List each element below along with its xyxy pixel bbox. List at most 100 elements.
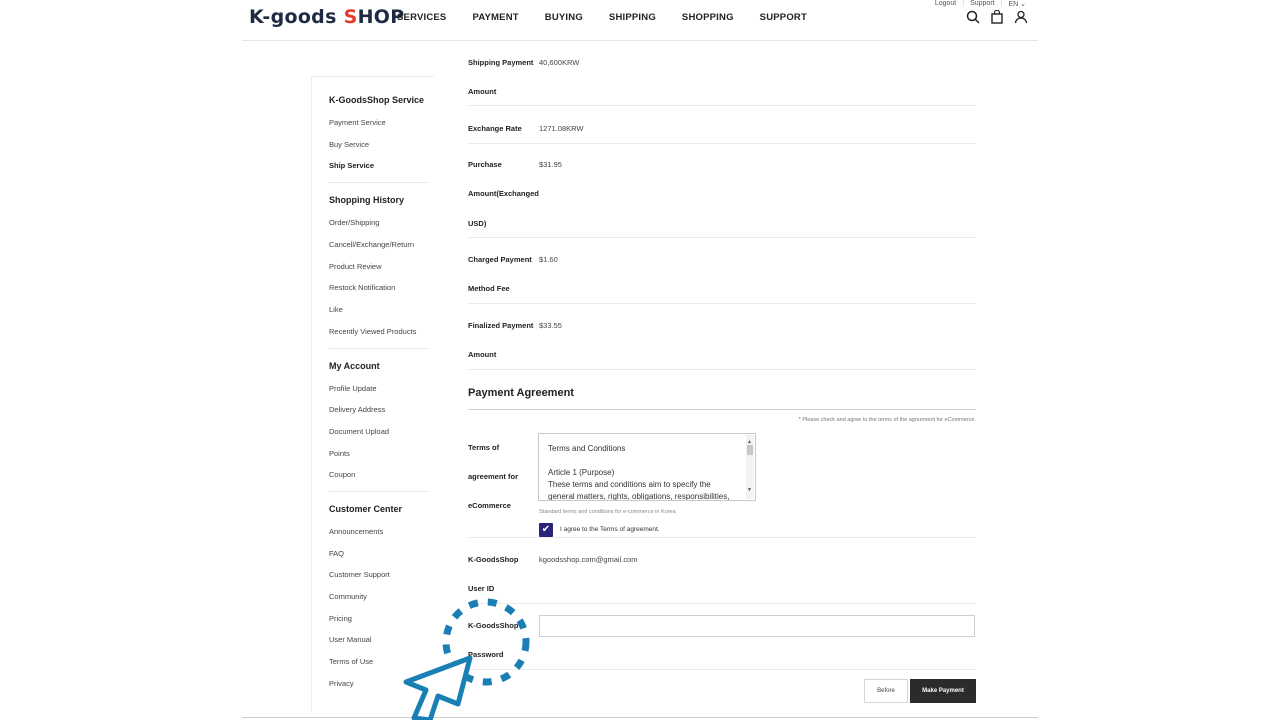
search-icon[interactable] [966,10,980,24]
check-icon: ✔ [541,524,551,535]
sidebar-item-cancel-exchange-return[interactable]: Cancell/Exchange/Return [329,240,414,249]
sidebar-item-points[interactable]: Points [329,449,350,458]
sidebar-title-my-account: My Account [329,361,380,371]
sidebar-item-restock-notification[interactable]: Restock Notification [329,283,395,292]
nav-shopping[interactable]: SHOPPING [682,12,734,23]
logo-text-s: S [343,6,358,28]
agreement-note: * Please check and agree to the terms of… [799,417,976,423]
sidebar-item-ship-service[interactable]: Ship Service [329,161,374,170]
make-payment-button[interactable]: Make Payment [910,679,976,703]
site-header: K-goods SHOP SERVICES PAYMENT BUYING SHI… [242,0,1038,41]
label-charged-fee-1: Charged Payment [468,255,532,264]
terms-line [548,455,741,467]
sidebar-item-document-upload[interactable]: Document Upload [329,427,389,436]
nav-payment[interactable]: PAYMENT [472,12,518,23]
sidebar-divider [329,182,429,183]
sidebar-divider [329,348,429,349]
label-finalized-amount-2: Amount [468,350,497,359]
logout-link[interactable]: Logout [935,0,956,8]
sidebar-item-payment-service[interactable]: Payment Service [329,118,386,127]
sidebar-item-recently-viewed[interactable]: Recently Viewed Products [329,327,416,336]
label-terms-2: agreement for [468,472,519,481]
sidebar-item-like[interactable]: Like [329,305,343,314]
header-icons [966,10,1028,24]
value-finalized-amount: $33.55 [539,321,562,330]
sidebar-item-coupon[interactable]: Coupon [329,470,355,479]
bag-icon[interactable] [990,10,1004,24]
label-purchase-amount-2: Amount(Exchanged [468,189,539,198]
sidebar-item-announcements[interactable]: Announcements [329,527,383,536]
row-divider [468,105,976,106]
terms-line: Article 1 (Purpose) [548,468,615,477]
sidebar-item-buy-service[interactable]: Buy Service [329,140,369,149]
cursor-highlight-icon [403,598,530,720]
footer-divider [242,717,1038,718]
label-user-id-1: K-GoodsShop [468,555,519,564]
nav-support[interactable]: SUPPORT [760,12,807,23]
sidebar-item-terms-of-use[interactable]: Terms of Use [329,657,373,666]
util-separator: | [962,0,965,7]
label-terms-3: eCommerce [468,501,511,510]
label-purchase-amount-1: Purchase [468,160,502,169]
sidebar-title-customer-center: Customer Center [329,504,403,514]
sidebar-item-profile-update[interactable]: Profile Update [329,384,377,393]
sidebar-item-order-shipping[interactable]: Order/Shipping [329,218,379,227]
label-exchange-rate: Exchange Rate [468,124,522,133]
password-input[interactable] [539,615,975,637]
value-user-id: kgoodsshop.com@gmail.com [539,555,638,564]
label-terms-1: Terms of [468,443,500,452]
support-link[interactable]: Support [970,0,995,8]
label-charged-fee-2: Method Fee [468,284,510,293]
user-icon[interactable] [1014,10,1028,24]
payment-agreement-title: Payment Agreement [468,387,574,399]
site-logo[interactable]: K-goods SHOP [249,6,404,28]
label-purchase-amount-3: USD) [468,219,487,228]
chevron-down-icon: ⌄ [1020,1,1026,8]
sidebar-item-pricing[interactable]: Pricing [329,614,352,623]
sidebar-item-community[interactable]: Community [329,592,367,601]
sidebar-title-service: K-GoodsShop Service [329,95,425,105]
nav-services[interactable]: SERVICES [397,12,446,23]
before-button[interactable]: Before [864,679,908,703]
sidebar-item-privacy[interactable]: Privacy [329,679,354,688]
terms-line: Terms and Conditions [548,444,626,453]
logo-text-k: K- [249,6,271,28]
value-shipping-payment: 40,600KRW [539,58,580,67]
section-divider [468,409,976,410]
agreement-note-text: Please check and agree to the terms of t… [800,417,976,423]
value-charged-fee: $1.60 [539,255,558,264]
label-finalized-amount-1: Finalized Payment [468,321,534,330]
terms-line: general matters, rights, obligations, re… [548,492,730,501]
sidebar-item-customer-support[interactable]: Customer Support [329,570,390,579]
nav-buying[interactable]: BUYING [545,12,583,23]
agree-label[interactable]: I agree to the Terms of agreement. [560,526,660,533]
standard-terms-note: Standard terms and conditions for e-comm… [539,509,676,515]
sidebar-divider [329,491,429,492]
row-divider [468,369,976,370]
util-separator: | [1000,0,1003,7]
language-label: EN [1008,1,1019,8]
nav-shipping[interactable]: SHIPPING [609,12,656,23]
logo-text-goods: goods [270,6,344,28]
main-nav: SERVICES PAYMENT BUYING SHIPPING SHOPPIN… [397,12,833,23]
sidebar-item-delivery-address[interactable]: Delivery Address [329,405,385,414]
terms-textarea[interactable]: Terms and Conditions Article 1 (Purpose)… [538,433,756,501]
scroll-down-icon[interactable]: ▼ [747,484,752,496]
scroll-thumb[interactable] [747,445,753,455]
sidebar-item-product-review[interactable]: Product Review [329,262,382,271]
sidebar-title-shopping-history: Shopping History [329,195,404,205]
agree-checkbox[interactable]: ✔ [539,523,553,537]
row-divider [468,237,976,238]
sidebar-item-user-manual[interactable]: User Manual [329,635,372,644]
terms-line: These terms and conditions aim to specif… [548,480,711,489]
value-purchase-amount: $31.95 [539,160,562,169]
label-shipping-payment-2: Amount [468,87,497,96]
sidebar-item-faq[interactable]: FAQ [329,549,344,558]
language-selector[interactable]: EN ⌄ [1008,0,1026,8]
row-divider [468,537,976,538]
row-divider [468,303,976,304]
utility-links: Logout | Support | EN ⌄ [935,0,1026,8]
row-divider [468,143,976,144]
value-exchange-rate: 1271.08KRW [539,124,584,133]
terms-scrollbar[interactable]: ▲ ▼ [746,435,754,499]
